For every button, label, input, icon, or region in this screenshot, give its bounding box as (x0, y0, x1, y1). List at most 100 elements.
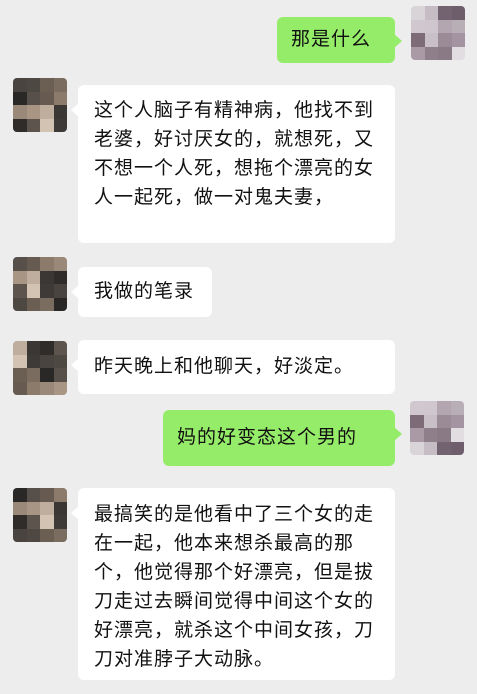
message-bubble-sent[interactable]: 妈的好变态这个男的 (163, 410, 402, 466)
message-bubble-sent[interactable]: 那是什么 (277, 17, 402, 63)
avatar-pixel (451, 46, 465, 60)
avatar-pixel (40, 515, 54, 529)
avatar-pixel (411, 46, 425, 60)
avatar-pixel (26, 105, 40, 119)
avatar-pixel (40, 354, 54, 368)
avatar-pixel (410, 401, 424, 415)
avatar-pixel (53, 381, 67, 395)
avatar[interactable] (13, 488, 67, 542)
avatar-pixel (410, 414, 424, 428)
message-text: 妈的好变态这个男的 (177, 426, 358, 448)
avatar-pixel (40, 297, 54, 311)
avatar-pixel (450, 414, 464, 428)
avatar-pixel (424, 19, 438, 33)
avatar-pixel (40, 105, 54, 119)
avatar-pixel (53, 354, 67, 368)
avatar-pixel (53, 257, 67, 271)
avatar-pixel (13, 368, 27, 382)
avatar-pixel (40, 78, 54, 92)
avatar-pixel (13, 515, 27, 529)
avatar-pixel (438, 46, 452, 60)
avatar-pixel (40, 257, 54, 271)
avatar[interactable] (13, 78, 67, 132)
message-text: 那是什么 (291, 28, 372, 50)
avatar-pixel (26, 488, 40, 502)
avatar-pixel (423, 428, 437, 442)
avatar-pixel (13, 297, 27, 311)
avatar-pixel (13, 118, 27, 132)
avatar-pixel (40, 284, 54, 298)
avatar-pixel (437, 414, 451, 428)
avatar[interactable] (13, 257, 67, 311)
avatar-pixel (423, 401, 437, 415)
avatar-pixel (424, 46, 438, 60)
avatar-pixel (53, 368, 67, 382)
avatar-pixel (438, 19, 452, 33)
avatar-pixel (26, 257, 40, 271)
avatar-pixel (40, 368, 54, 382)
avatar-pixel (13, 354, 27, 368)
avatar-pixel (26, 78, 40, 92)
chat-window: 那是什么 这个人脑子有精神病，他找不到老婆，好讨厌女的，就想死，又不想一个人死，… (0, 0, 477, 694)
avatar-pixel (437, 441, 451, 455)
avatar[interactable] (410, 401, 464, 455)
avatar-pixel (53, 118, 67, 132)
avatar-pixel (13, 284, 27, 298)
avatar-pixel (411, 6, 425, 20)
message-text: 昨天晚上和他聊天，好淡定。 (94, 355, 355, 377)
message-bubble-received[interactable]: 我做的笔录 (71, 267, 212, 317)
avatar-pixel (53, 91, 67, 105)
avatar-pixel (424, 33, 438, 47)
avatar-pixel (13, 488, 27, 502)
avatar-pixel (26, 501, 40, 515)
avatar-pixel (450, 441, 464, 455)
avatar-pixel (411, 33, 425, 47)
avatar-pixel (26, 354, 40, 368)
avatar-pixel (40, 341, 54, 355)
avatar-pixel (410, 428, 424, 442)
avatar-pixel (53, 515, 67, 529)
avatar-pixel (424, 6, 438, 20)
avatar-pixel (53, 270, 67, 284)
avatar-pixel (411, 19, 425, 33)
avatar-pixel (26, 381, 40, 395)
avatar-pixel (53, 284, 67, 298)
avatar[interactable] (13, 341, 67, 395)
avatar-pixel (26, 91, 40, 105)
avatar-pixel (450, 401, 464, 415)
avatar-pixel (26, 341, 40, 355)
avatar-pixel (40, 488, 54, 502)
avatar-pixel (13, 341, 27, 355)
avatar-pixel (423, 414, 437, 428)
avatar-pixel (451, 6, 465, 20)
avatar-pixel (40, 528, 54, 542)
avatar-pixel (13, 91, 27, 105)
avatar-pixel (40, 501, 54, 515)
avatar-pixel (40, 270, 54, 284)
avatar-pixel (438, 6, 452, 20)
avatar[interactable] (411, 6, 465, 60)
avatar-pixel (13, 105, 27, 119)
avatar-pixel (13, 528, 27, 542)
message-bubble-received[interactable]: 昨天晚上和他聊天，好淡定。 (71, 340, 395, 394)
avatar-pixel (26, 368, 40, 382)
avatar-pixel (13, 270, 27, 284)
avatar-pixel (26, 515, 40, 529)
avatar-pixel (40, 91, 54, 105)
avatar-pixel (13, 381, 27, 395)
avatar-pixel (437, 428, 451, 442)
avatar-pixel (13, 501, 27, 515)
avatar-pixel (26, 118, 40, 132)
message-bubble-received[interactable]: 最搞笑的是他看中了三个女的走在一起，他本来想杀最高的那个，他觉得那个好漂亮，但是… (71, 488, 395, 680)
message-bubble-received[interactable]: 这个人脑子有精神病，他找不到老婆，好讨厌女的，就想死，又不想一个人死，想拖个漂亮… (71, 85, 395, 243)
avatar-pixel (13, 78, 27, 92)
message-text: 我做的笔录 (94, 280, 195, 302)
avatar-pixel (451, 33, 465, 47)
avatar-pixel (423, 441, 437, 455)
avatar-pixel (13, 257, 27, 271)
avatar-pixel (437, 401, 451, 415)
avatar-pixel (438, 33, 452, 47)
avatar-pixel (40, 118, 54, 132)
avatar-pixel (53, 297, 67, 311)
message-text: 最搞笑的是他看中了三个女的走在一起，他本来想杀最高的那个，他觉得那个好漂亮，但是… (94, 503, 375, 670)
